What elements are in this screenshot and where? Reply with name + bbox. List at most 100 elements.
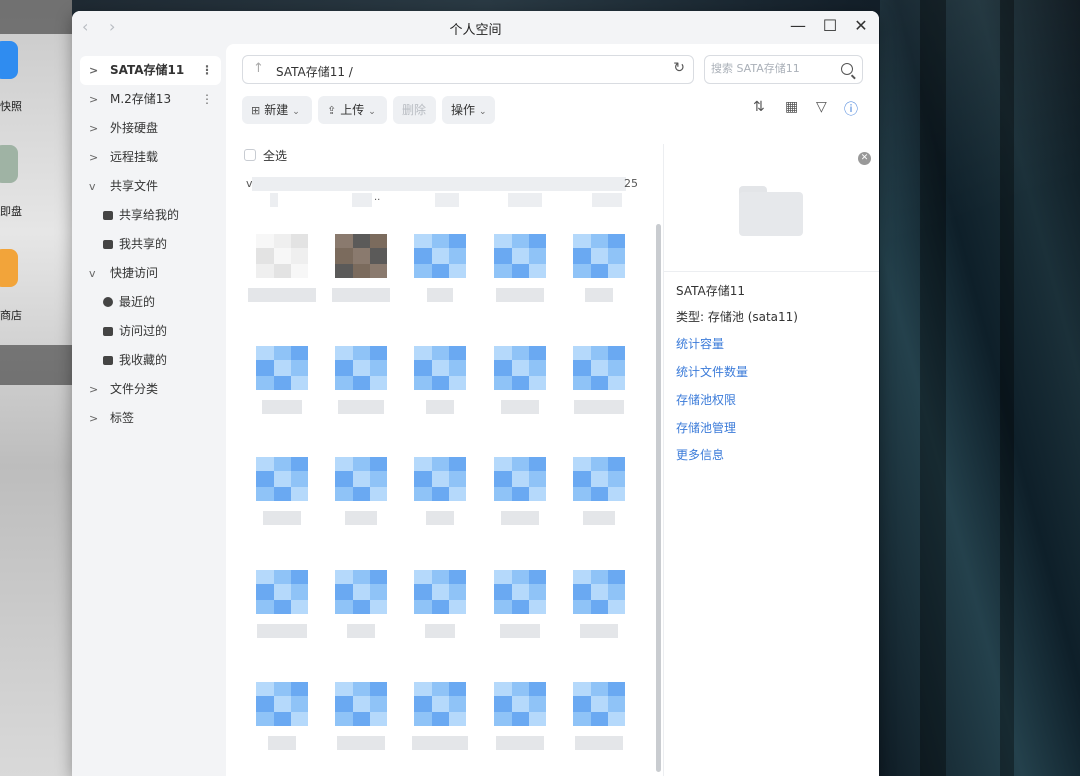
chevron-down-icon[interactable]: v	[89, 172, 96, 201]
thumbnail-block	[414, 712, 432, 726]
file-thumbnail[interactable]	[494, 570, 546, 614]
sidebar-item-my-shares[interactable]: 我共享的	[80, 230, 221, 259]
chevron-down-icon[interactable]: v	[89, 259, 96, 288]
minimize-button[interactable]: —	[788, 16, 808, 35]
file-thumbnail[interactable]	[573, 457, 625, 501]
new-button[interactable]: ⊞ 新建 ⌄	[242, 96, 312, 124]
file-thumbnail[interactable]	[414, 682, 466, 726]
chevron-right-icon[interactable]: >	[89, 85, 98, 114]
store-app-icon[interactable]	[0, 249, 18, 287]
file-thumbnail[interactable]	[335, 346, 387, 390]
file-thumbnail[interactable]	[335, 682, 387, 726]
thumbnail-block	[370, 376, 387, 390]
thumbnail-block	[494, 248, 512, 264]
file-thumbnail[interactable]	[494, 234, 546, 278]
sidebar-item-tags[interactable]: > 标签	[80, 404, 221, 433]
file-thumbnail[interactable]	[573, 234, 625, 278]
file-thumbnail[interactable]	[414, 234, 466, 278]
thumbnail-block	[573, 457, 591, 471]
thumbnail-block	[353, 248, 370, 264]
search-icon[interactable]	[841, 63, 853, 75]
file-thumbnail[interactable]	[256, 682, 308, 726]
info-icon[interactable]: ⓘ	[844, 99, 858, 119]
refresh-icon[interactable]: ↻	[673, 60, 685, 76]
filter-icon[interactable]: ▽	[816, 99, 827, 115]
chevron-right-icon[interactable]: >	[89, 114, 98, 143]
link-count-files[interactable]: 统计文件数量	[676, 363, 748, 380]
scrollbar[interactable]	[656, 224, 661, 772]
close-button[interactable]: ✕	[851, 16, 871, 35]
link-pool-management[interactable]: 存储池管理	[676, 419, 736, 436]
file-thumbnail[interactable]	[335, 570, 387, 614]
thumbnail-block	[494, 264, 512, 278]
file-thumbnail[interactable]	[414, 457, 466, 501]
drive-app-icon[interactable]	[0, 145, 18, 183]
more-options-icon[interactable]: ⋮	[201, 85, 213, 114]
thumbnail-block	[529, 584, 546, 600]
file-thumbnail[interactable]	[414, 570, 466, 614]
sidebar-item-recent[interactable]: 最近的	[80, 288, 221, 317]
thumbnail-block	[291, 376, 308, 390]
select-all-checkbox[interactable]	[244, 149, 256, 161]
chevron-right-icon[interactable]: >	[89, 56, 98, 85]
file-thumbnail[interactable]	[494, 682, 546, 726]
grid-view-icon[interactable]: ▦	[785, 99, 798, 115]
chevron-right-icon[interactable]: >	[89, 404, 98, 433]
sidebar-item-visited[interactable]: 访问过的	[80, 317, 221, 346]
sidebar-item-quick-access[interactable]: v 快捷访问	[80, 259, 221, 288]
search-input[interactable]	[711, 62, 831, 75]
maximize-button[interactable]: ☐	[820, 16, 840, 35]
file-name-blurred	[347, 624, 375, 638]
sidebar-item-sata11[interactable]: > SATA存储11 ⋮	[80, 56, 221, 85]
thumbnail-block	[335, 682, 353, 696]
file-thumbnail[interactable]	[256, 457, 308, 501]
link-count-capacity[interactable]: 统计容量	[676, 335, 724, 352]
file-thumbnail[interactable]	[573, 346, 625, 390]
thumbnail-block	[573, 248, 591, 264]
thumbnail-block	[608, 487, 625, 501]
upload-button[interactable]: ⇪ 上传 ⌄	[318, 96, 387, 124]
sidebar-item-remote-mount[interactable]: > 远程挂载	[80, 143, 221, 172]
thumbnail-block	[529, 696, 546, 712]
sidebar-item-external-disk[interactable]: > 外接硬盘	[80, 114, 221, 143]
close-details-button[interactable]: ✕	[858, 152, 871, 165]
sidebar-item-m2[interactable]: > M.2存储13 ⋮	[80, 85, 221, 114]
sort-icon[interactable]: ⇅	[753, 99, 765, 115]
link-more-info[interactable]: 更多信息	[676, 446, 724, 463]
thumbnail-block	[529, 682, 546, 696]
path-bar[interactable]: ↑ SATA存储11 / ↻	[242, 55, 694, 84]
file-thumbnail[interactable]	[335, 457, 387, 501]
sidebar-item-favorites[interactable]: 我收藏的	[80, 346, 221, 375]
more-options-icon[interactable]: ⋮	[201, 56, 213, 85]
current-path: SATA存储11 /	[276, 65, 353, 79]
thumbnail-block	[512, 376, 529, 390]
link-pool-permissions[interactable]: 存储池权限	[676, 391, 736, 408]
chevron-right-icon[interactable]: >	[89, 143, 98, 172]
delete-button[interactable]: 删除	[393, 96, 436, 124]
file-thumbnail[interactable]	[256, 570, 308, 614]
file-thumbnail[interactable]	[573, 682, 625, 726]
thumbnail-block	[335, 471, 353, 487]
chevron-right-icon[interactable]: >	[89, 375, 98, 404]
up-arrow-icon[interactable]: ↑	[253, 61, 264, 76]
search-box[interactable]	[704, 55, 863, 84]
thumbnail-block	[370, 696, 387, 712]
sidebar-item-shared-with-me[interactable]: 共享给我的	[80, 201, 221, 230]
file-thumbnail[interactable]	[335, 234, 387, 278]
sidebar-item-file-categories[interactable]: > 文件分类	[80, 375, 221, 404]
thumbnail-block	[256, 696, 274, 712]
sidebar-item-shared-files[interactable]: v 共享文件	[80, 172, 221, 201]
file-thumbnail[interactable]	[256, 234, 308, 278]
file-thumbnail[interactable]	[494, 346, 546, 390]
thumbnail-block	[591, 457, 608, 471]
actions-button[interactable]: 操作 ⌄	[442, 96, 495, 124]
file-thumbnail[interactable]	[256, 346, 308, 390]
file-thumbnail[interactable]	[494, 457, 546, 501]
title-bar[interactable]: ‹ › 个人空间 — ☐ ✕	[72, 11, 879, 44]
snapshot-app-icon[interactable]	[0, 41, 18, 79]
thumbnail-block	[449, 487, 466, 501]
file-name-blurred	[262, 400, 302, 414]
file-thumbnail[interactable]	[414, 346, 466, 390]
thumbnail-block	[573, 600, 591, 614]
file-thumbnail[interactable]	[573, 570, 625, 614]
